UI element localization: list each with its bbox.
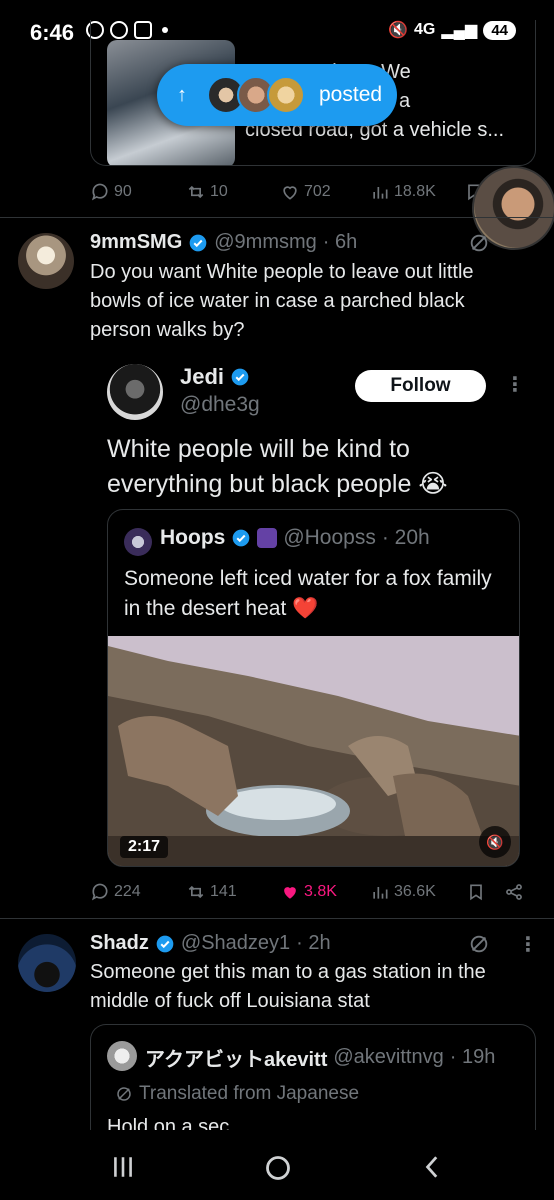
verified-badge-icon xyxy=(156,935,174,952)
heart-filled-icon xyxy=(284,887,296,899)
grok-icon[interactable] xyxy=(468,933,490,955)
inner-quote-header: Hoops @Hoopss · 20h xyxy=(160,526,430,550)
next-quote-header: アクアビットakevitt @akevittnvg · 19h xyxy=(145,1043,495,1072)
reply-icon xyxy=(91,183,108,201)
home-icon[interactable] xyxy=(264,1154,292,1182)
quoted-header: Jedi xyxy=(180,364,250,390)
avatar[interactable] xyxy=(107,364,163,420)
back-icon[interactable] xyxy=(420,1154,446,1180)
inner-quote-card[interactable]: Hoops @Hoopss · 20h Someone left iced wa… xyxy=(107,509,520,867)
repost-button[interactable]: 141 xyxy=(186,882,237,902)
next-tweet-header: Shadz @Shadzey1 · 2h xyxy=(90,932,331,955)
main-tweet-text: Do you want White people to leave out li… xyxy=(90,261,474,341)
avatar xyxy=(107,1041,137,1071)
author-handle[interactable]: @9mmsmg xyxy=(214,231,317,254)
repost-icon xyxy=(188,885,204,899)
status-time: 6:46 xyxy=(30,20,75,45)
avatar xyxy=(124,528,152,556)
posted-avatars xyxy=(207,76,305,114)
quoted-author-name: アクアビットakevitt xyxy=(145,1049,328,1071)
inner-author-name: Hoops xyxy=(160,526,226,549)
quoted-tweet-time: · 19h xyxy=(449,1046,496,1068)
quoted-author-name[interactable]: Jedi xyxy=(180,364,224,390)
author-name[interactable]: 9mmSMG xyxy=(90,231,182,254)
inner-tweet-text: Someone left iced water for a fox family… xyxy=(124,567,492,620)
posted-label: posted xyxy=(319,83,383,106)
views-count: 36.6K xyxy=(394,883,436,900)
verified-badge-icon xyxy=(231,368,249,386)
like-count: 702 xyxy=(304,183,331,200)
like-button[interactable]: 702 xyxy=(280,182,331,202)
share-button[interactable] xyxy=(504,882,524,902)
inner-tweet-time: · 20h xyxy=(381,526,430,549)
reply-count: 224 xyxy=(114,883,141,900)
views-icon xyxy=(373,187,388,199)
verified-badge-icon xyxy=(232,529,250,547)
heart-icon xyxy=(283,186,297,200)
video-duration: 2:17 xyxy=(120,836,169,858)
tweet-time: · 6h xyxy=(322,231,358,253)
translated-row: Translated from Japanese xyxy=(115,1083,359,1105)
views-button[interactable]: 36.6K xyxy=(370,882,436,902)
like-count: 3.8K xyxy=(304,883,337,900)
follow-button[interactable]: Follow xyxy=(355,370,486,402)
recent-apps-icon[interactable] xyxy=(110,1154,136,1180)
quoted-handle-row: @dhe3g xyxy=(180,393,260,417)
repost-button[interactable]: 10 xyxy=(186,182,228,202)
arrow-up-icon: ↑ xyxy=(177,83,187,106)
translate-icon xyxy=(117,1087,131,1101)
divider xyxy=(0,918,554,919)
views-count: 18.8K xyxy=(394,183,436,200)
reply-icon xyxy=(91,883,108,901)
reply-count: 90 xyxy=(114,183,132,200)
next-quote-card[interactable]: アクアビットakevitt @akevittnvg · 19h Translat… xyxy=(90,1024,536,1134)
quoted-author-handle: @akevittnvg xyxy=(333,1046,444,1068)
avatar[interactable] xyxy=(18,233,74,289)
video-player[interactable]: 2:17 🔇 xyxy=(108,636,519,866)
mute-toggle-icon[interactable]: 🔇 xyxy=(479,826,511,858)
reply-button[interactable]: 90 xyxy=(90,182,132,202)
divider xyxy=(0,217,554,218)
more-options-icon[interactable]: ⋮ xyxy=(505,372,525,397)
views-icon xyxy=(373,887,388,899)
views-button[interactable]: 18.8K xyxy=(370,182,436,202)
repost-count: 10 xyxy=(210,183,228,200)
reply-button[interactable]: 224 xyxy=(90,882,141,902)
more-options-icon[interactable]: ⋮ xyxy=(518,932,538,957)
tweet-time: · 2h xyxy=(296,932,331,954)
fox-video-frame xyxy=(108,636,519,866)
translated-label: Translated from Japanese xyxy=(139,1083,360,1104)
like-button[interactable]: 3.8K xyxy=(280,882,337,902)
grok-icon[interactable] xyxy=(468,232,490,254)
new-posts-pill[interactable]: ↑ posted xyxy=(157,64,397,126)
main-tweet-header: 9mmSMG @9mmsmg · 6h xyxy=(90,231,357,254)
next-tweet-text: Someone get this man to a gas station in… xyxy=(90,961,486,1012)
system-navigation-bar xyxy=(0,1130,554,1200)
affiliate-badge-icon xyxy=(257,528,278,548)
inner-author-handle: @Hoopss xyxy=(283,526,376,549)
bookmark-button[interactable] xyxy=(466,882,486,902)
repost-icon xyxy=(188,185,204,199)
author-handle[interactable]: @Shadzey1 xyxy=(181,932,290,955)
quoted-tweet-text: White people will be kind to everything … xyxy=(107,435,448,498)
repost-count: 141 xyxy=(210,883,237,900)
share-icon xyxy=(506,884,522,900)
verified-badge-icon xyxy=(189,234,207,251)
avatar xyxy=(267,76,305,114)
avatar[interactable] xyxy=(18,934,76,992)
quoted-author-handle[interactable]: @dhe3g xyxy=(180,393,260,417)
bookmark-icon xyxy=(470,884,482,901)
author-name[interactable]: Shadz xyxy=(90,932,149,955)
